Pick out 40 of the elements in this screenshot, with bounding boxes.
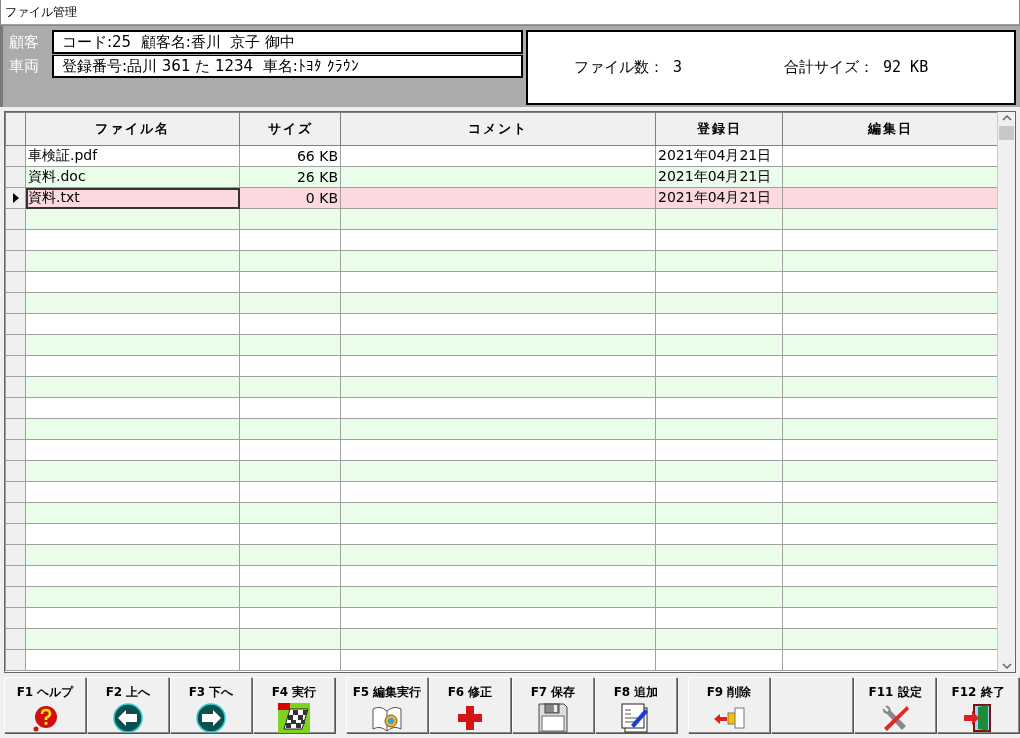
- function-key-button[interactable]: F7 保存: [512, 677, 594, 733]
- function-key-button[interactable]: F5 編集実行: [346, 677, 428, 733]
- function-key-button[interactable]: F11 設定: [854, 677, 936, 733]
- column-header[interactable]: サイズ: [239, 112, 341, 146]
- help-icon: [31, 703, 59, 732]
- function-key-button[interactable]: F3 下へ: [170, 677, 252, 733]
- exit-door-icon: [963, 703, 993, 733]
- document-pen-icon: [621, 703, 651, 733]
- blank-button[interactable]: [771, 677, 853, 733]
- function-key-button[interactable]: F9 削除: [688, 677, 770, 733]
- column-header[interactable]: 編集日: [782, 112, 998, 146]
- row-header[interactable]: [5, 187, 26, 209]
- scrollbar-thumb[interactable]: [999, 126, 1014, 140]
- function-key-button[interactable]: F12 終了: [937, 677, 1019, 733]
- field-label: 車両: [8, 56, 40, 76]
- row-pointer-icon: [12, 193, 19, 203]
- table-cell: 66 KB: [239, 145, 341, 167]
- table-cell: 車検証.pdf: [25, 145, 240, 167]
- column-header[interactable]: 登録日: [655, 112, 783, 146]
- column-header[interactable]: ファイル名: [25, 112, 240, 146]
- column-header[interactable]: コメント: [340, 112, 656, 146]
- summary-text: 合計サイズ： 92 KB: [784, 58, 929, 77]
- function-key-button[interactable]: F2 上へ: [87, 677, 169, 733]
- info-field: コード:25 顧客名:香川 京子 御中: [52, 30, 523, 54]
- checkered-flag-icon: [278, 703, 310, 733]
- cross-icon: [456, 703, 484, 732]
- tools-icon: [880, 703, 910, 733]
- scroll-down-icon[interactable]: [1001, 660, 1012, 672]
- table-cell: 資料.txt: [25, 187, 240, 209]
- arrow-into-box-icon: [713, 706, 745, 729]
- summary-text: ファイル数： 3: [574, 58, 684, 77]
- field-label: 顧客: [8, 32, 40, 52]
- function-key-button[interactable]: F8 追加: [595, 677, 677, 733]
- table-cell: 2021年04月21日: [655, 145, 783, 167]
- table-cell: 資料.doc: [25, 166, 240, 188]
- function-key-button[interactable]: F4 実行: [253, 677, 335, 733]
- function-key-button[interactable]: F6 修正: [429, 677, 511, 733]
- function-key-button[interactable]: F1 ヘルプ: [4, 677, 86, 733]
- window-title: ファイル管理: [4, 4, 77, 21]
- info-field: 登録番号:品川 361 た 1234 車名:ﾄﾖﾀ ｸﾗｳﾝ: [52, 54, 523, 78]
